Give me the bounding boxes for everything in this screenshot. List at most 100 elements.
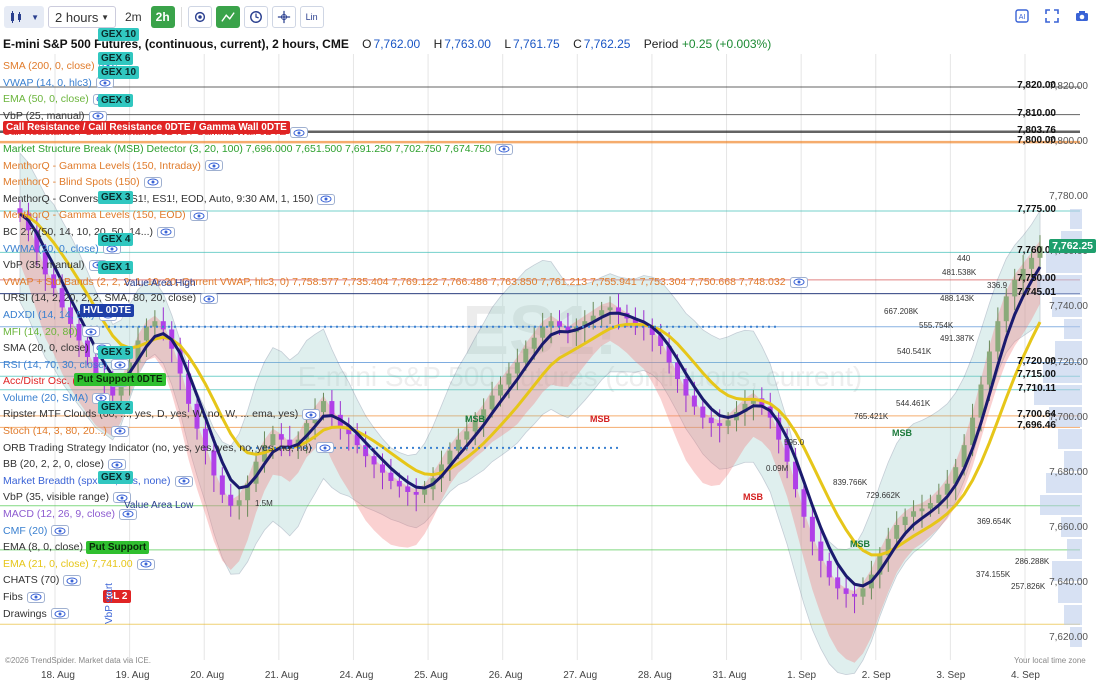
candle-body [826,560,832,578]
chart-type-selector[interactable]: ▼ [4,6,44,28]
x-axis-tick: 4. Sep [1011,670,1040,681]
indicator-row[interactable]: MenthorQ - Gamma Levels (150, EOD) [3,207,808,224]
price-level-label: 7,803.76 [1017,124,1056,136]
gex-tag[interactable]: GEX 4 [98,233,134,246]
eye-icon[interactable] [26,591,45,603]
eye-icon[interactable] [111,359,130,371]
eye-icon[interactable] [290,127,309,139]
interval-selector[interactable]: 2 hours ▼ [48,6,116,28]
eye-icon[interactable] [174,475,193,487]
candle-body [995,321,1001,352]
scale-toggle-button[interactable]: Lin [299,6,324,28]
eye-icon[interactable] [110,425,129,437]
x-axis-tick: 21. Aug [264,670,299,681]
eye-icon[interactable] [88,110,107,122]
eye-icon[interactable] [50,608,69,620]
price-level-label: 7,700.64 [1017,408,1056,420]
scale-label: Lin [305,12,318,22]
gex-tag[interactable]: GEX 9 [98,471,134,484]
indicator-label: VbP (35, visible range) [3,491,110,504]
eye-icon[interactable] [302,409,321,421]
gex-tag[interactable]: GEX 2 [98,401,134,414]
indicator-row[interactable]: CMF (20) [3,523,808,540]
auto-scale-icon[interactable]: AI [1014,8,1030,24]
put-support-0dte-tag[interactable]: Put Support 0DTE [74,373,166,386]
fullscreen-icon[interactable] [1044,8,1060,24]
volume-profile-bar [1040,495,1082,515]
x-axis-tick: 1. Sep [787,670,817,681]
gex-tag[interactable]: GEX 8 [98,94,134,107]
high-value: 7,763.00 [444,37,491,51]
indicator-list: SMA (200, 0, close) VWAP (14, 0, hlc3) EMA… [3,58,808,622]
indicator-row[interactable]: ORB Trading Strategy Indicator (no, yes,… [3,440,808,457]
trend-tool-button[interactable] [215,6,240,28]
put-support-tag[interactable]: Put Support [86,541,150,554]
volume-profile-label: 729.662K [866,491,901,500]
eye-icon[interactable] [789,276,808,288]
eye-icon[interactable] [95,77,114,89]
indicator-row[interactable]: MFI (14, 20, 80) [3,324,808,341]
eye-icon[interactable] [136,558,155,570]
price-level-label: 7,715.00 [1017,369,1056,381]
call-resistance-tag[interactable]: Call Resistance / Call Resistance 0DTE /… [3,121,290,134]
gear-icon [194,11,205,23]
low-value: 7,761.75 [513,37,560,51]
eye-icon[interactable] [107,459,126,471]
gex-tag[interactable]: GEX 10 [98,28,140,41]
chevron-down-icon: ▼ [101,12,109,22]
crosshair-button[interactable] [271,6,296,28]
indicator-row[interactable]: EMA (21, 0, close) 7,741.00 [3,556,808,573]
eye-icon[interactable] [81,326,100,338]
volume-profile-bar [1064,605,1082,625]
x-axis-tick: 2. Sep [861,670,891,681]
indicator-label: EMA (50, 0, close) [3,93,89,106]
hvl-0dte-tag[interactable]: HVL 0DTE [80,304,135,317]
indicator-row[interactable]: MenthorQ - Gamma Levels (150, Intraday) [3,158,808,175]
x-axis-tick: 24. Aug [339,670,374,681]
volume-profile-label: 765.421K [854,412,889,421]
indicator-row[interactable]: CHATS (70) [3,572,808,589]
indicator-row[interactable]: MenthorQ - Blind Spots (150) [3,174,808,191]
eye-icon[interactable] [51,525,70,537]
indicator-row[interactable]: Stoch (14, 3, 80, 20...) [3,423,808,440]
chart-area[interactable]: ES1! E-mini S&P 500 Futures (continuous, … [0,28,1100,692]
eye-icon[interactable] [200,293,219,305]
settings-button[interactable] [187,6,212,28]
eye-icon[interactable] [63,575,82,587]
gex-tag[interactable]: GEX 1 [98,261,134,274]
eye-icon[interactable] [494,143,513,155]
quick-interval-2h[interactable]: 2h [150,6,175,28]
y-axis-tick: 7,740.00 [1049,301,1088,313]
camera-icon[interactable] [1074,8,1090,24]
y-axis-tick: 7,640.00 [1049,576,1088,588]
gex-tag[interactable]: GEX 10 [98,66,140,79]
volume-profile-label: 286.288K [1015,557,1050,566]
eye-icon[interactable] [315,442,334,454]
gex-tag[interactable]: GEX 3 [98,191,134,204]
eye-icon[interactable] [189,210,208,222]
eye-icon[interactable] [157,226,176,238]
price-level-label: 7,696.46 [1017,420,1056,432]
indicator-label: VWMA (20, 0, close) [3,242,99,255]
gex-tag[interactable]: GEX 6 [98,52,134,65]
gex-tag[interactable]: GEX 5 [98,346,134,359]
eye-icon[interactable] [204,160,223,172]
quick-interval-2m[interactable]: 2m [120,6,147,28]
timezone-label[interactable]: Your local time zone [1014,656,1086,665]
x-axis-tick: 26. Aug [488,670,523,681]
indicator-label: BB (20, 2, 2, 0, close) [3,458,104,471]
chevron-down-icon: ▼ [31,12,39,22]
replay-button[interactable] [243,6,268,28]
eye-icon[interactable] [143,176,162,188]
eye-icon[interactable] [317,193,336,205]
indicator-label: SMA (200, 0, close) [3,60,95,72]
toolbar-right-group: AI [1014,8,1090,24]
indicator-row[interactable]: RSI (14, 70, 30, close) [3,357,808,374]
indicator-label: MenthorQ - Gamma Levels (150, Intraday) [3,159,201,172]
candle-body [902,516,908,526]
indicator-row[interactable]: Market Structure Break (MSB) Detector (3… [3,141,808,158]
indicator-label: Ripster MTF Clouds (60, ..., yes, D, yes… [3,408,299,421]
msb-label: MSB [743,492,763,502]
msb-label: MSB [892,428,912,438]
indicator-row[interactable]: Drawings [3,606,808,623]
